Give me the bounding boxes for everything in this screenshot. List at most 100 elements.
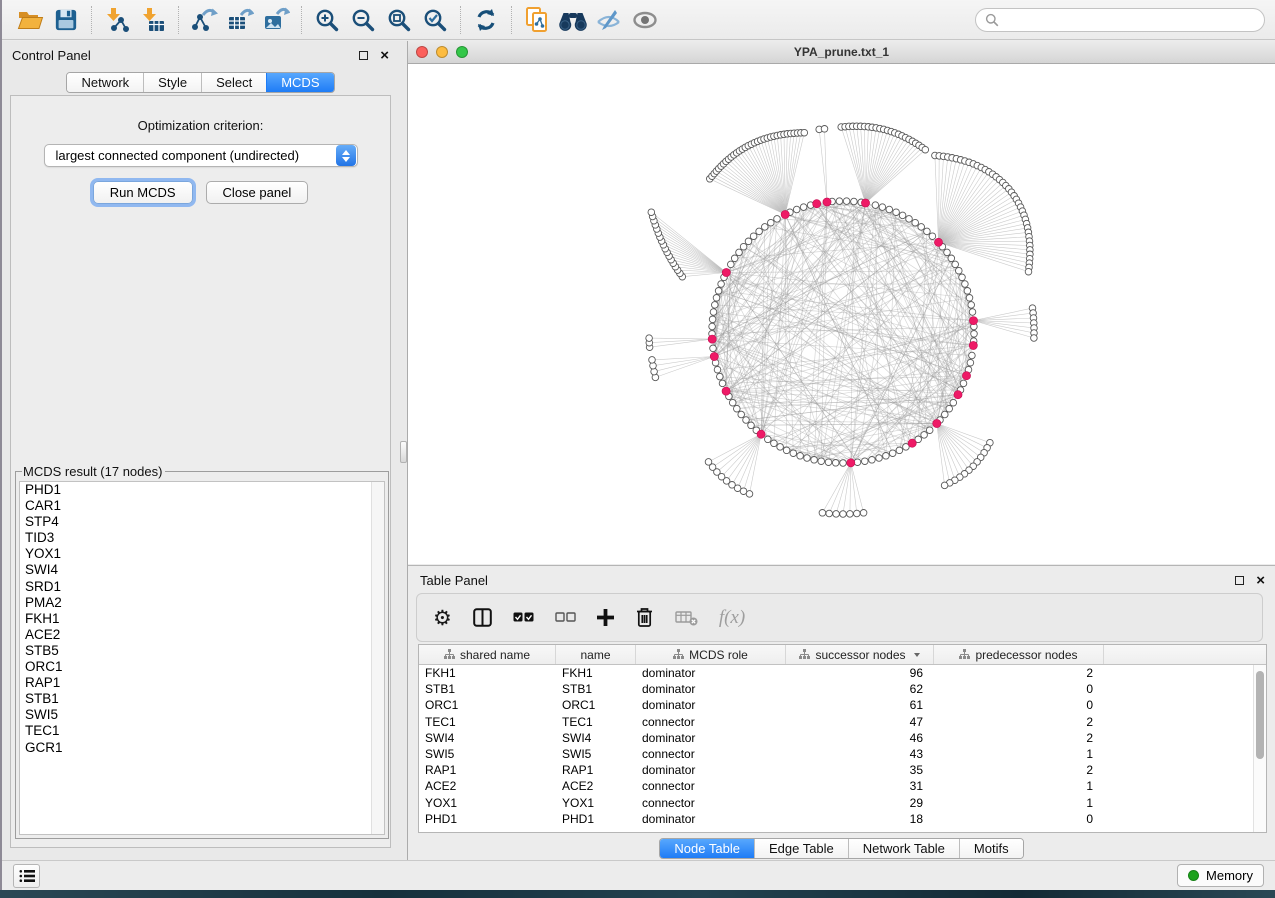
tab-network[interactable]: Network [67, 73, 143, 92]
table-row[interactable]: TEC1TEC1connector472 [419, 714, 1266, 730]
table-cell[interactable]: ORC1 [419, 697, 556, 713]
mcds-node[interactable] [722, 387, 730, 395]
export-network-button[interactable] [186, 4, 222, 36]
table-cell[interactable]: SWI5 [556, 746, 636, 762]
table-row[interactable]: ORC1ORC1dominator610 [419, 697, 1266, 713]
table-scrollbar[interactable] [1253, 665, 1266, 832]
mcds-list-item[interactable]: ACE2 [20, 627, 384, 643]
table-cell[interactable]: PHD1 [419, 811, 556, 827]
zoom-fit-button[interactable] [381, 4, 417, 36]
table-cell[interactable]: YOX1 [556, 795, 636, 811]
table-cell[interactable]: FKH1 [419, 665, 556, 681]
mcds-list-item[interactable]: PHD1 [20, 482, 384, 498]
mcds-node[interactable] [757, 430, 765, 438]
table-cell[interactable]: SWI4 [419, 730, 556, 746]
table-cell[interactable]: 35 [786, 762, 934, 778]
table-cell[interactable]: TEC1 [556, 714, 636, 730]
save-session-button[interactable] [48, 4, 84, 36]
tab-style[interactable]: Style [143, 73, 201, 92]
mcds-list-scrollbar[interactable] [371, 482, 384, 834]
mcds-list-item[interactable]: GCR1 [20, 740, 384, 756]
delete-column-icon[interactable] [635, 604, 654, 632]
select-all-icon[interactable] [513, 604, 534, 632]
mcds-list-item[interactable]: STB1 [20, 691, 384, 707]
table-cell[interactable]: 1 [934, 746, 1104, 762]
show-all-button[interactable] [627, 4, 663, 36]
table-cell[interactable]: 0 [934, 697, 1104, 713]
search-network-button[interactable] [555, 4, 591, 36]
column-header-successor-nodes[interactable]: successor nodes [786, 645, 934, 664]
network-graph-canvas[interactable] [408, 64, 1270, 563]
table-cell[interactable]: connector [636, 714, 786, 730]
close-panel-button[interactable]: Close panel [206, 181, 309, 204]
tab-node-table[interactable]: Node Table [660, 839, 754, 858]
export-table-button[interactable] [222, 4, 258, 36]
table-cell[interactable]: ORC1 [556, 697, 636, 713]
table-cell[interactable]: ACE2 [556, 778, 636, 794]
column-header-predecessor-nodes[interactable]: predecessor nodes [934, 645, 1104, 664]
table-row[interactable]: SWI4SWI4dominator462 [419, 730, 1266, 746]
optimization-criterion-dropdown[interactable]: largest connected component (undirected) [44, 144, 358, 167]
task-history-button[interactable] [13, 864, 40, 888]
table-cell[interactable]: 29 [786, 795, 934, 811]
table-row[interactable]: ACE2ACE2connector311 [419, 778, 1266, 794]
zoom-selected-button[interactable] [417, 4, 453, 36]
mcds-node[interactable] [722, 268, 730, 276]
table-cell[interactable]: 0 [934, 811, 1104, 827]
table-cell[interactable]: 47 [786, 714, 934, 730]
mcds-node[interactable] [823, 198, 831, 206]
table-cell[interactable]: 2 [934, 665, 1104, 681]
table-cell[interactable]: STB1 [556, 681, 636, 697]
table-cell[interactable]: 1 [934, 795, 1104, 811]
share-document-button[interactable] [519, 4, 555, 36]
column-header-name[interactable]: name [556, 645, 636, 664]
mcds-node[interactable] [781, 210, 789, 218]
search-input[interactable] [1005, 12, 1255, 27]
column-header-MCDS-role[interactable]: MCDS role [636, 645, 786, 664]
mcds-node[interactable] [908, 439, 916, 447]
table-cell[interactable]: STB1 [419, 681, 556, 697]
table-cell[interactable]: connector [636, 778, 786, 794]
table-cell[interactable]: 0 [934, 681, 1104, 697]
memory-button[interactable]: Memory [1177, 864, 1264, 887]
table-cell[interactable]: 2 [934, 762, 1104, 778]
table-row[interactable]: PHD1PHD1dominator180 [419, 811, 1266, 827]
mcds-node[interactable] [813, 200, 821, 208]
tab-network-table[interactable]: Network Table [848, 839, 959, 858]
mcds-node[interactable] [710, 352, 718, 360]
function-builder-icon[interactable]: f(x) [719, 604, 745, 632]
table-cell[interactable]: connector [636, 795, 786, 811]
mcds-node[interactable] [847, 459, 855, 467]
splitter-handle-icon[interactable] [400, 441, 407, 463]
column-header-shared-name[interactable]: shared name [419, 645, 556, 664]
panel-splitter[interactable] [399, 41, 408, 860]
table-row[interactable]: FKH1FKH1dominator962 [419, 665, 1266, 681]
table-cell[interactable]: RAP1 [419, 762, 556, 778]
table-cell[interactable]: dominator [636, 730, 786, 746]
table-cell[interactable]: 62 [786, 681, 934, 697]
table-cell[interactable]: SWI4 [556, 730, 636, 746]
table-cell[interactable]: RAP1 [556, 762, 636, 778]
table-cell[interactable]: FKH1 [556, 665, 636, 681]
table-cell[interactable]: 2 [934, 730, 1104, 746]
mcds-list-item[interactable]: YOX1 [20, 546, 384, 562]
mcds-list-item[interactable]: SRD1 [20, 579, 384, 595]
table-cell[interactable]: YOX1 [419, 795, 556, 811]
mcds-node[interactable] [934, 238, 942, 246]
zoom-in-button[interactable] [309, 4, 345, 36]
table-cell[interactable]: 43 [786, 746, 934, 762]
mcds-list-item[interactable]: SWI5 [20, 707, 384, 723]
float-window-icon[interactable] [359, 51, 368, 60]
table-cell[interactable]: 1 [934, 778, 1104, 794]
hide-selected-button[interactable] [591, 4, 627, 36]
table-cell[interactable]: PHD1 [556, 811, 636, 827]
mcds-node[interactable] [933, 419, 941, 427]
add-column-icon[interactable] [597, 604, 614, 632]
mcds-list-item[interactable]: STP4 [20, 514, 384, 530]
mcds-list-item[interactable]: TID3 [20, 530, 384, 546]
mcds-list-item[interactable]: FKH1 [20, 611, 384, 627]
tab-mcds[interactable]: MCDS [266, 73, 333, 92]
table-cell[interactable]: TEC1 [419, 714, 556, 730]
import-table-button[interactable] [135, 4, 171, 36]
refresh-button[interactable] [468, 4, 504, 36]
